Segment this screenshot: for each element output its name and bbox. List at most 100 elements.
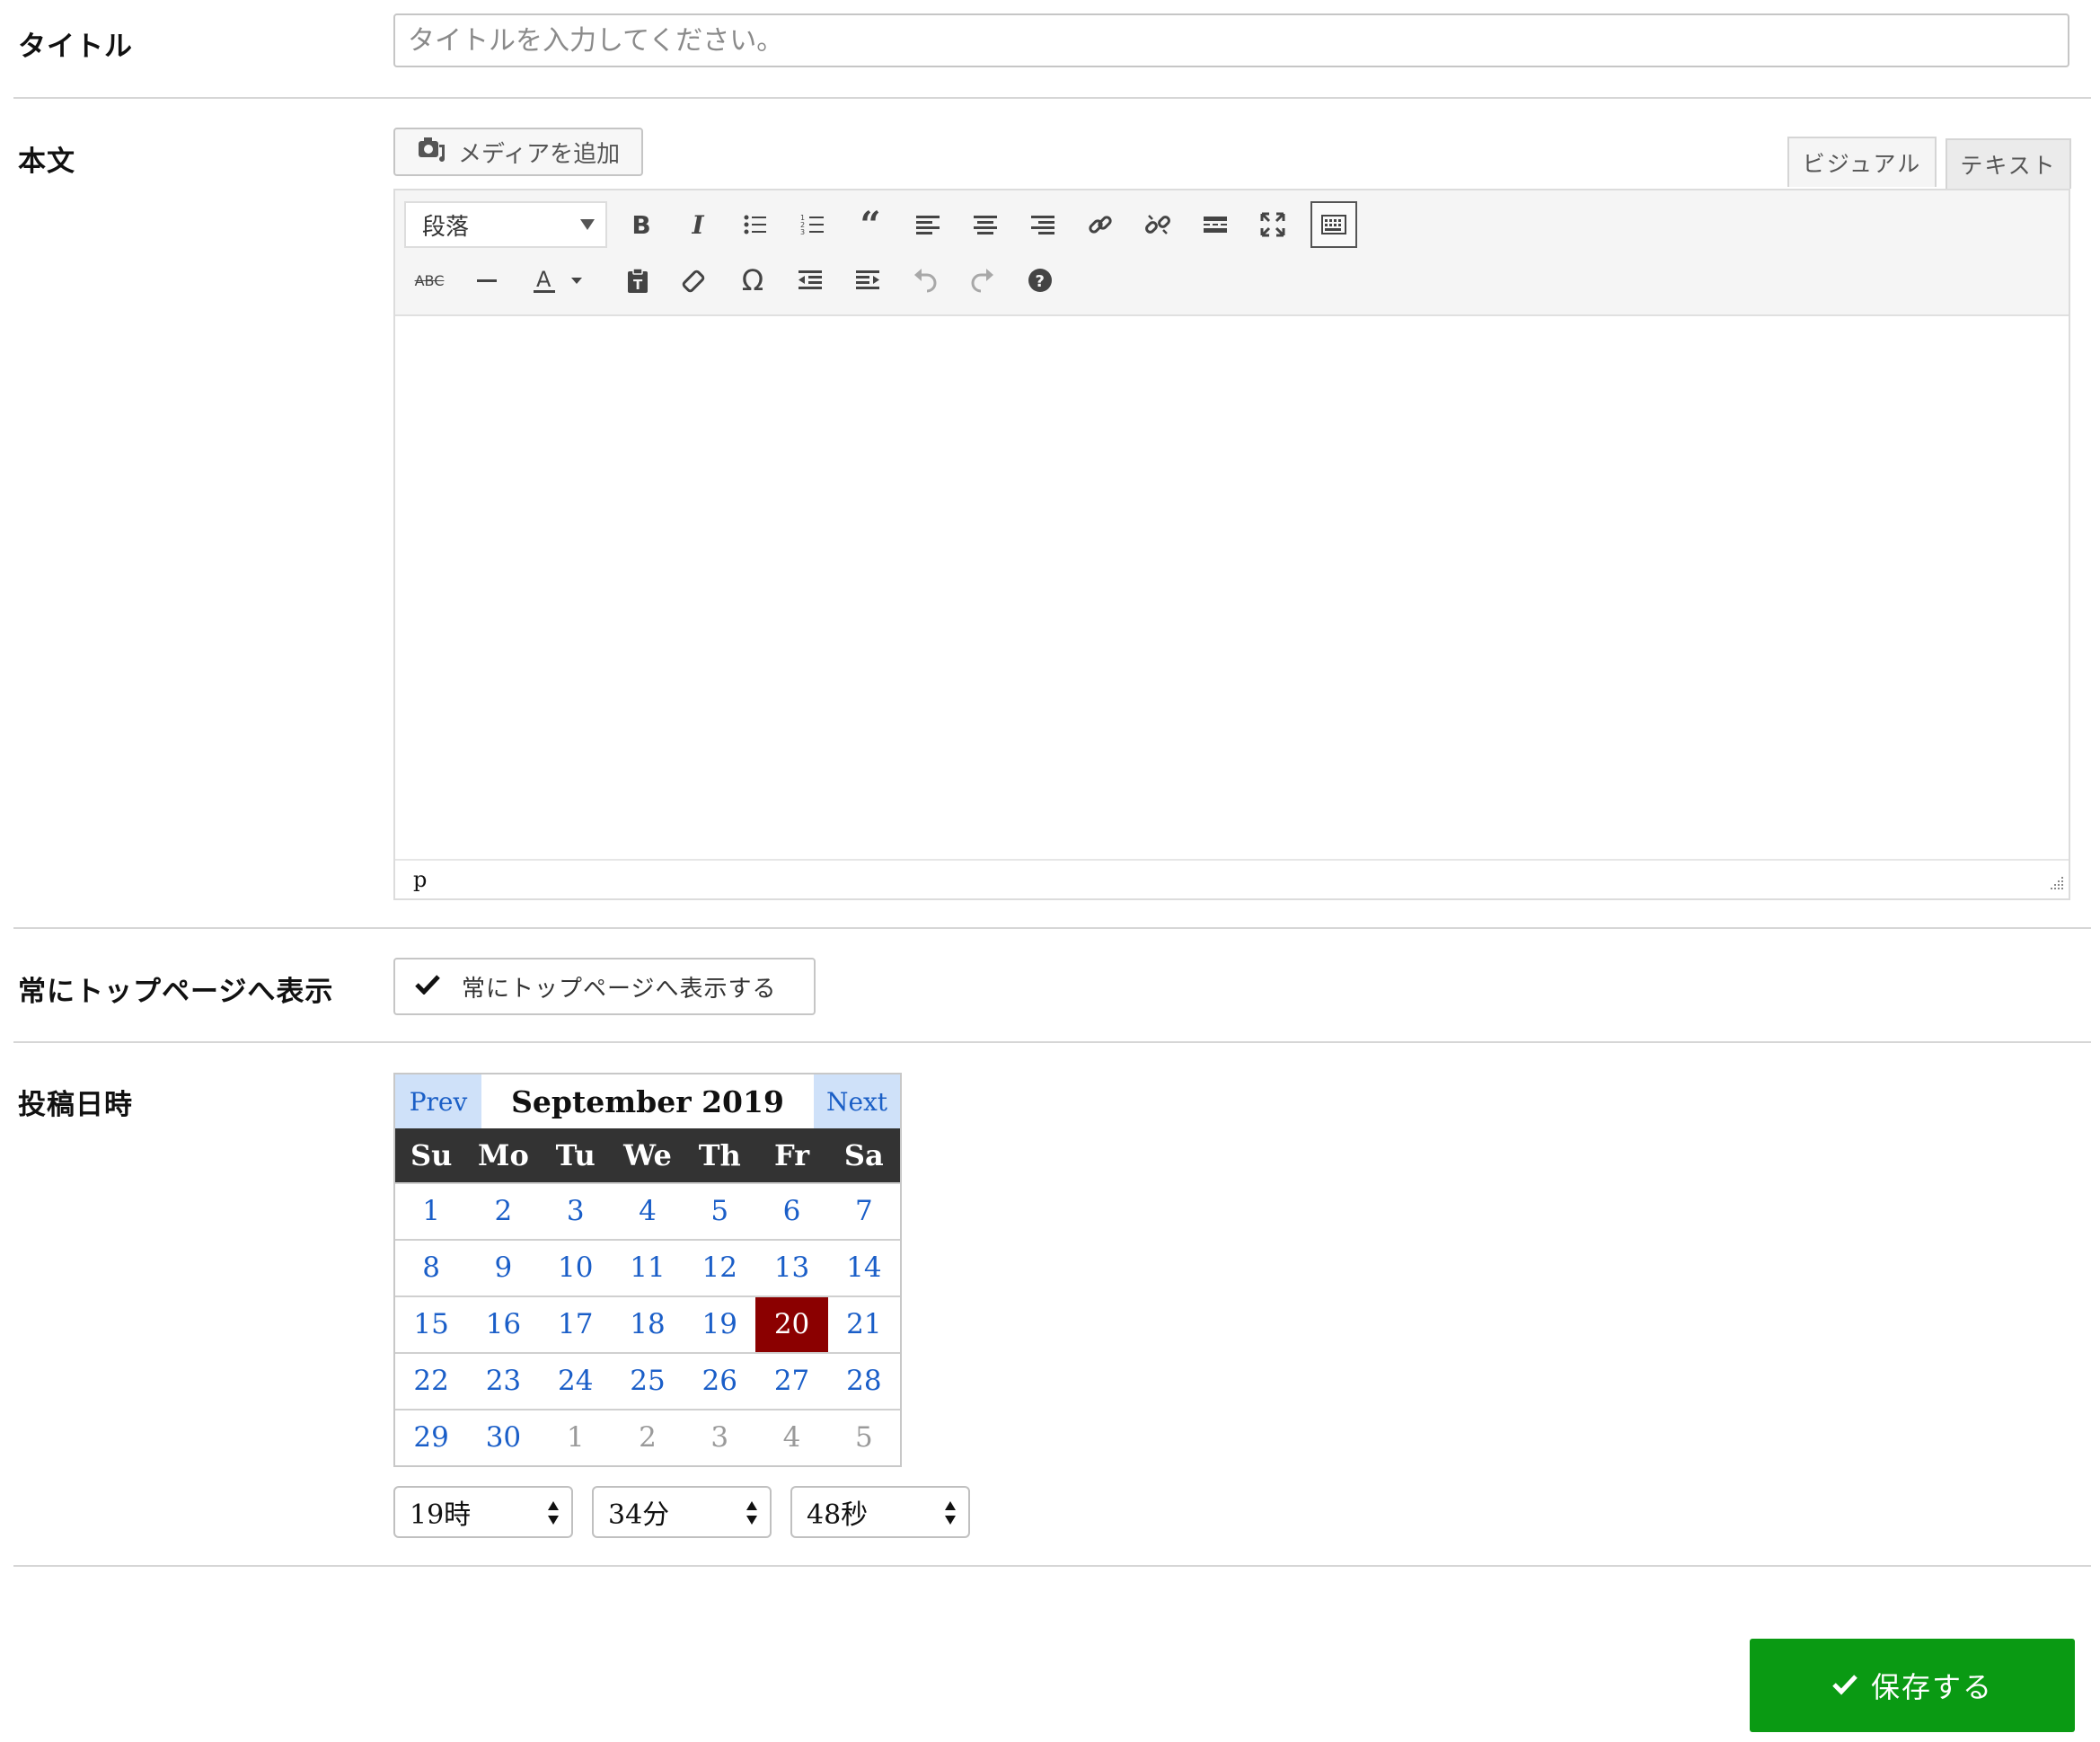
- resize-handle-icon[interactable]: [2049, 871, 2065, 897]
- svg-text:?: ?: [1036, 272, 1045, 291]
- read-more-icon[interactable]: [1194, 203, 1237, 246]
- second-select-value: 48秒: [807, 1499, 869, 1531]
- calendar-day[interactable]: 7: [828, 1184, 900, 1239]
- body-label: 本文: [18, 146, 75, 178]
- fullscreen-icon[interactable]: [1251, 203, 1294, 246]
- calendar-day-next-month[interactable]: 3: [684, 1410, 755, 1465]
- next-month-button[interactable]: Next: [814, 1074, 900, 1128]
- calendar-week: 29 30 1 2 3 4 5: [395, 1409, 900, 1465]
- calendar-day[interactable]: 24: [540, 1354, 612, 1409]
- horizontal-line-icon[interactable]: [465, 259, 508, 302]
- calendar-day[interactable]: 12: [684, 1241, 755, 1295]
- undo-icon[interactable]: [904, 259, 947, 302]
- bullet-list-icon[interactable]: [734, 203, 777, 246]
- calendar-week: 15 16 17 18 19 20 21: [395, 1295, 900, 1352]
- svg-text:3: 3: [800, 228, 805, 236]
- weekday-label: We: [623, 1138, 672, 1172]
- link-icon[interactable]: [1079, 203, 1122, 246]
- calendar-day[interactable]: 18: [612, 1297, 684, 1352]
- align-left-icon[interactable]: [906, 203, 949, 246]
- calendar-day[interactable]: 14: [828, 1241, 900, 1295]
- hour-select-value: 19時: [410, 1499, 472, 1531]
- calendar-day[interactable]: 21: [828, 1297, 900, 1352]
- calendar-day[interactable]: 15: [395, 1297, 467, 1352]
- save-button-label: 保存する: [1870, 1670, 1993, 1704]
- calendar-day-next-month[interactable]: 4: [755, 1410, 827, 1465]
- hour-select[interactable]: 19時: [393, 1486, 573, 1538]
- second-select[interactable]: 48秒: [790, 1486, 970, 1538]
- redo-icon[interactable]: [961, 259, 1004, 302]
- tab-text[interactable]: テキスト: [1946, 138, 2071, 189]
- toolbar-toggle-icon[interactable]: [1310, 201, 1357, 248]
- calendar-day[interactable]: 5: [684, 1184, 755, 1239]
- calendar-day[interactable]: 26: [684, 1354, 755, 1409]
- outdent-icon[interactable]: [789, 259, 832, 302]
- calendar-day-next-month[interactable]: 2: [612, 1410, 684, 1465]
- format-select[interactable]: 段落: [404, 201, 607, 248]
- calendar-day[interactable]: 8: [395, 1241, 467, 1295]
- numbered-list-icon[interactable]: 123: [791, 203, 834, 246]
- svg-text:T: T: [633, 277, 643, 293]
- divider: [13, 1565, 2091, 1567]
- calendar-day[interactable]: 3: [540, 1184, 612, 1239]
- calendar-day-selected[interactable]: 20: [755, 1297, 828, 1352]
- paste-text-icon[interactable]: T: [616, 259, 659, 302]
- calendar-day[interactable]: 23: [467, 1354, 539, 1409]
- save-button[interactable]: 保存する: [1750, 1639, 2075, 1732]
- calendar-day[interactable]: 22: [395, 1354, 467, 1409]
- calendar-day[interactable]: 17: [540, 1297, 612, 1352]
- title-input[interactable]: [393, 13, 2069, 67]
- select-arrows-icon: [548, 1501, 559, 1525]
- calendar-day[interactable]: 13: [755, 1241, 827, 1295]
- calendar-day[interactable]: 27: [755, 1354, 827, 1409]
- bold-icon[interactable]: B: [620, 203, 663, 246]
- calendar-day[interactable]: 6: [755, 1184, 827, 1239]
- calendar-header: Prev September 2019 Next: [395, 1074, 900, 1128]
- calendar-day[interactable]: 19: [684, 1297, 755, 1352]
- calendar-day[interactable]: 10: [540, 1241, 612, 1295]
- help-icon[interactable]: ?: [1019, 259, 1062, 302]
- top-page-checkbox[interactable]: 常にトップページへ表示する: [393, 958, 816, 1015]
- calendar-day-next-month[interactable]: 5: [828, 1410, 900, 1465]
- divider: [13, 927, 2091, 929]
- clear-formatting-icon[interactable]: [674, 259, 717, 302]
- checkmark-icon: [1831, 1668, 1858, 1702]
- unlink-icon[interactable]: [1136, 203, 1179, 246]
- text-color-icon[interactable]: A: [523, 259, 566, 302]
- special-character-icon[interactable]: Ω: [731, 259, 774, 302]
- weekday-label: Mo: [478, 1138, 529, 1172]
- divider: [13, 97, 2091, 99]
- calendar-week: 22 23 24 25 26 27 28: [395, 1352, 900, 1409]
- format-select-value: 段落: [422, 213, 470, 241]
- minute-select[interactable]: 34分: [592, 1486, 772, 1538]
- italic-icon[interactable]: I: [676, 203, 719, 246]
- tab-visual[interactable]: ビジュアル: [1787, 137, 1937, 187]
- calendar-day[interactable]: 9: [467, 1241, 539, 1295]
- calendar-day[interactable]: 28: [828, 1354, 900, 1409]
- select-arrows-icon: [945, 1501, 956, 1525]
- calendar-day[interactable]: 1: [395, 1184, 467, 1239]
- align-right-icon[interactable]: [1021, 203, 1064, 246]
- calendar-day[interactable]: 29: [395, 1410, 467, 1465]
- calendar-day[interactable]: 25: [612, 1354, 684, 1409]
- calendar-week: 8 9 10 11 12 13 14: [395, 1239, 900, 1295]
- calendar-day-next-month[interactable]: 1: [540, 1410, 612, 1465]
- calendar-day[interactable]: 4: [612, 1184, 684, 1239]
- prev-month-button[interactable]: Prev: [395, 1074, 481, 1128]
- align-center-icon[interactable]: [964, 203, 1007, 246]
- blockquote-icon[interactable]: “: [849, 203, 892, 246]
- chevron-down-icon: [580, 219, 595, 230]
- calendar-day[interactable]: 11: [612, 1241, 684, 1295]
- editor-content-area[interactable]: [395, 316, 2069, 857]
- add-media-button[interactable]: メディアを追加: [393, 128, 643, 176]
- calendar-day[interactable]: 16: [467, 1297, 539, 1352]
- add-media-label: メディアを追加: [458, 140, 621, 168]
- chevron-down-icon[interactable]: [566, 259, 587, 302]
- editor-statusbar: p: [395, 859, 2069, 898]
- weekday-header: Su Mo Tu We Th Fr Sa: [395, 1128, 900, 1182]
- calendar-day[interactable]: 30: [467, 1410, 539, 1465]
- strikethrough-icon[interactable]: ABC: [408, 259, 451, 302]
- calendar-day[interactable]: 2: [467, 1184, 539, 1239]
- indent-icon[interactable]: [846, 259, 889, 302]
- select-arrows-icon: [746, 1501, 757, 1525]
